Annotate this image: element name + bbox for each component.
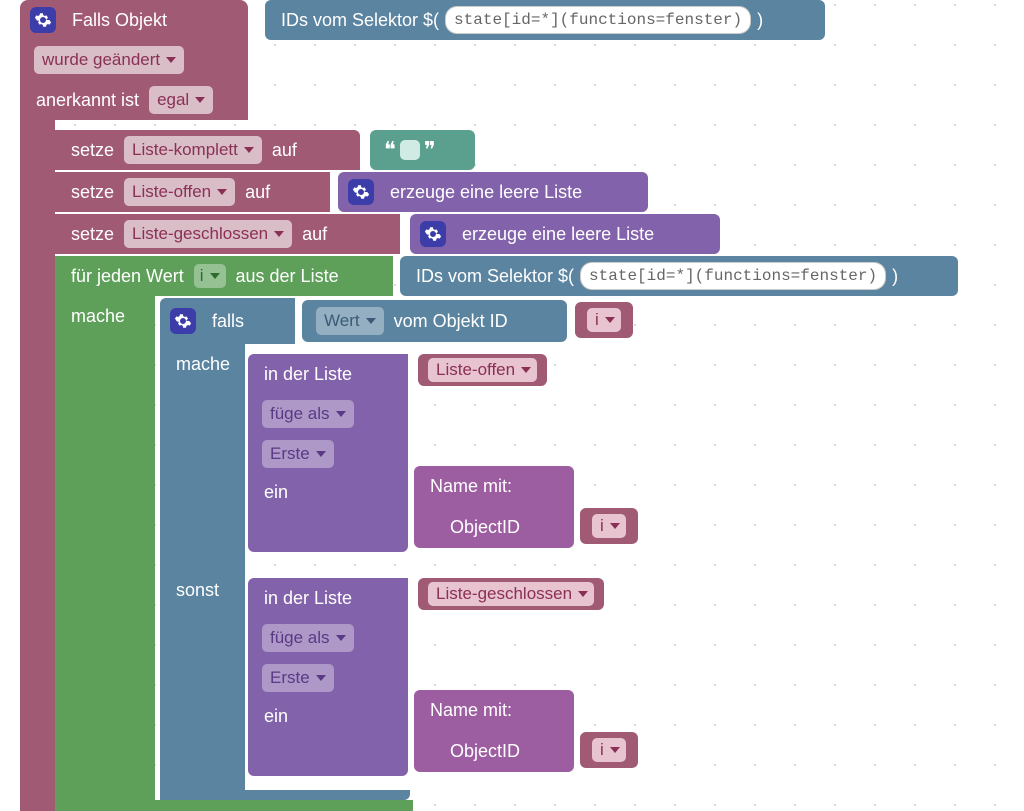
empty-list-block-2[interactable]: erzeuge eine leere Liste — [410, 214, 720, 254]
ack-label: anerkannt ist — [30, 90, 145, 111]
ein-label: ein — [258, 482, 294, 503]
maroon-spine — [20, 120, 55, 811]
close-paren-2: ) — [886, 266, 904, 287]
selector-block-top[interactable]: IDs vom Selektor $( state[id=*](function… — [265, 0, 825, 40]
ids-selector-label-2: IDs vom Selektor $( — [410, 266, 580, 287]
name-block-1[interactable]: Name mit: — [414, 466, 574, 506]
steel-spine-2 — [160, 610, 245, 790]
string-input[interactable] — [400, 140, 420, 160]
vom-objekt-label: vom Objekt ID — [388, 311, 514, 332]
name-block-2-row2: ObjectID — [414, 730, 574, 772]
target-geschlossen-pill[interactable]: Liste-geschlossen — [418, 578, 604, 610]
name-block-2[interactable]: Name mit: — [414, 690, 574, 730]
mache-label: mache — [65, 306, 131, 327]
steel-spine-1 — [160, 384, 245, 570]
auf-label-3: auf — [296, 224, 333, 245]
wert-dropdown[interactable]: Wert — [316, 307, 384, 335]
falls-label: falls — [206, 311, 250, 332]
set-komplett-block[interactable]: setze Liste-komplett auf — [55, 130, 360, 170]
var-pill-i-2[interactable]: i — [580, 508, 638, 544]
trigger-row2: wurde geändert — [20, 40, 248, 80]
string-literal-block[interactable]: ❝ ❞ — [370, 130, 475, 170]
listop-2-row1[interactable]: in der Liste — [248, 578, 408, 618]
set-label: setze — [65, 140, 120, 161]
in-liste-label-2: in der Liste — [258, 588, 358, 609]
erste-dropdown-2[interactable]: Erste — [262, 664, 334, 692]
if-mache-label: mache — [160, 344, 245, 384]
green-bottom — [55, 800, 413, 811]
listop-1-row1[interactable]: in der Liste — [248, 354, 408, 394]
var-pill-i-1[interactable]: i — [575, 302, 633, 338]
foreach-block[interactable]: für jeden Wert i aus der Liste — [55, 256, 393, 296]
erste-dropdown[interactable]: Erste — [262, 440, 334, 468]
gear-icon[interactable] — [348, 179, 374, 205]
gear-icon[interactable] — [170, 308, 196, 334]
name-mit-label-2: Name mit: — [424, 700, 518, 721]
if-block[interactable]: falls — [160, 298, 295, 344]
fuge-als-dropdown-2[interactable]: füge als — [262, 624, 354, 652]
gear-icon[interactable] — [420, 221, 446, 247]
ein-label-2: ein — [258, 706, 294, 727]
var-pill-i-3[interactable]: i — [580, 732, 638, 768]
ids-selector-label: IDs vom Selektor $( — [275, 10, 445, 31]
set-label-2: setze — [65, 182, 120, 203]
listop-1-row2: füge als — [248, 394, 408, 434]
empty-list-label-2: erzeuge eine leere Liste — [456, 224, 660, 245]
name-block-1-row2: ObjectID — [414, 506, 574, 548]
falls-objekt-label: Falls Objekt — [66, 10, 173, 31]
empty-list-label: erzeuge eine leere Liste — [384, 182, 588, 203]
listop-1-row3: Erste — [248, 434, 408, 474]
sonst-label: sonst — [160, 570, 245, 610]
set-geschlossen-block[interactable]: setze Liste-geschlossen auf — [55, 214, 400, 254]
close-quote-icon: ❞ — [420, 137, 440, 163]
listop-2-row3: Erste — [248, 658, 408, 698]
mache-label-row: mache — [55, 296, 155, 336]
green-spine — [55, 336, 155, 811]
gear-icon[interactable] — [30, 7, 56, 33]
name-mit-label: Name mit: — [424, 476, 518, 497]
var-geschlossen-dropdown[interactable]: Liste-geschlossen — [124, 220, 292, 248]
in-liste-label: in der Liste — [258, 364, 358, 385]
auf-label-2: auf — [239, 182, 276, 203]
trigger-block[interactable]: Falls Objekt — [20, 0, 248, 40]
fuge-als-dropdown[interactable]: füge als — [262, 400, 354, 428]
if-condition-block[interactable]: Wert vom Objekt ID — [302, 300, 567, 342]
open-quote-icon: ❝ — [380, 137, 400, 163]
foreach-label: für jeden Wert — [65, 266, 190, 287]
set-label-3: setze — [65, 224, 120, 245]
objectid-label: ObjectID — [444, 517, 526, 538]
listop-1-row4: ein — [248, 474, 408, 552]
ack-dropdown[interactable]: egal — [149, 86, 213, 114]
var-offen-dropdown[interactable]: Liste-offen — [124, 178, 235, 206]
selector-input[interactable]: state[id=*](functions=fenster) — [445, 6, 751, 34]
loop-var-dropdown[interactable]: i — [194, 264, 226, 288]
close-paren: ) — [751, 10, 769, 31]
target-offen-pill[interactable]: Liste-offen — [418, 354, 547, 386]
listop-2-row2: füge als — [248, 618, 408, 658]
objectid-label-2: ObjectID — [444, 741, 526, 762]
empty-list-block-1[interactable]: erzeuge eine leere Liste — [338, 172, 648, 212]
var-komplett-dropdown[interactable]: Liste-komplett — [124, 136, 262, 164]
condition-dropdown[interactable]: wurde geändert — [34, 46, 184, 74]
listop-2-row4: ein — [248, 698, 408, 776]
steel-bottom — [160, 790, 410, 800]
set-offen-block[interactable]: setze Liste-offen auf — [55, 172, 330, 212]
selector-block-loop[interactable]: IDs vom Selektor $( state[id=*](function… — [400, 256, 958, 296]
aus-liste-label: aus der Liste — [230, 266, 345, 287]
trigger-row3: anerkannt ist egal — [20, 80, 248, 120]
auf-label: auf — [266, 140, 303, 161]
selector-input-loop[interactable]: state[id=*](functions=fenster) — [580, 262, 886, 290]
